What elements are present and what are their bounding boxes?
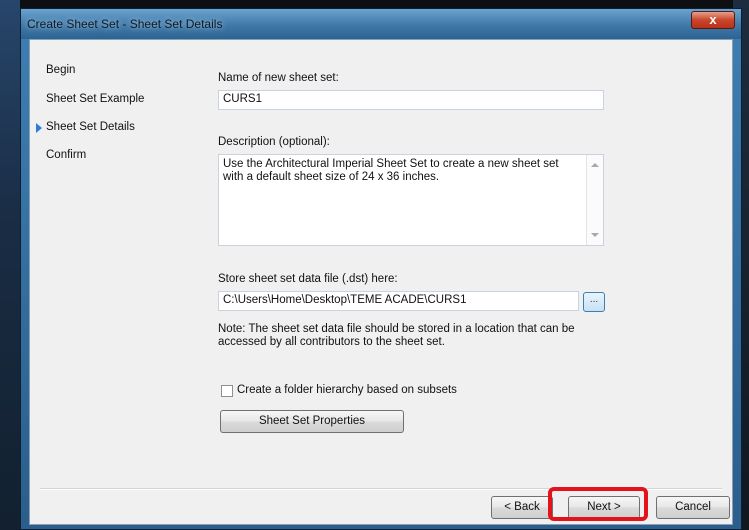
description-label: Description (optional): <box>218 136 330 148</box>
description-input[interactable]: Use the Architectural Imperial Sheet Set… <box>218 154 604 246</box>
next-button-highlight <box>548 487 648 521</box>
dialog-client-area: Begin Sheet Set Example Sheet Set Detail… <box>29 39 733 525</box>
description-text: Use the Architectural Imperial Sheet Set… <box>223 158 559 183</box>
desktop-background-left <box>0 0 20 530</box>
close-button[interactable]: x <box>691 11 735 29</box>
nav-item-sheet-set-example: Sheet Set Example <box>46 93 145 105</box>
description-scrollbar[interactable] <box>586 155 603 245</box>
cancel-button[interactable]: Cancel <box>656 496 730 519</box>
name-label: Name of new sheet set: <box>218 72 339 84</box>
scroll-up-icon[interactable] <box>591 163 599 167</box>
storage-note: Note: The sheet set data file should be … <box>218 323 575 348</box>
browse-button[interactable]: ... <box>583 292 605 312</box>
nav-item-sheet-set-details: Sheet Set Details <box>46 121 135 133</box>
nav-item-confirm: Confirm <box>46 149 87 161</box>
nav-item-begin: Begin <box>46 64 76 76</box>
back-button[interactable]: < Back <box>491 496 553 519</box>
create-sheet-set-dialog: Create Sheet Set - Sheet Set Details x B… <box>20 8 742 530</box>
scroll-down-icon[interactable] <box>591 233 599 237</box>
window-title: Create Sheet Set - Sheet Set Details <box>27 17 223 31</box>
folder-hierarchy-checkbox[interactable] <box>221 385 233 397</box>
store-location-label: Store sheet set data file (.dst) here: <box>218 273 398 285</box>
wizard-steps-nav: Begin Sheet Set Example Sheet Set Detail… <box>30 40 200 524</box>
sheet-set-name-input[interactable]: CURS1 <box>218 90 604 110</box>
current-step-arrow-icon <box>36 123 42 133</box>
sheet-set-properties-button[interactable]: Sheet Set Properties <box>220 410 404 433</box>
folder-hierarchy-label: Create a folder hierarchy based on subse… <box>237 384 457 396</box>
title-bar[interactable]: Create Sheet Set - Sheet Set Details x <box>21 9 741 39</box>
store-location-input[interactable]: C:\Users\Home\Desktop\TEME ACADE\CURS1 <box>218 291 579 311</box>
